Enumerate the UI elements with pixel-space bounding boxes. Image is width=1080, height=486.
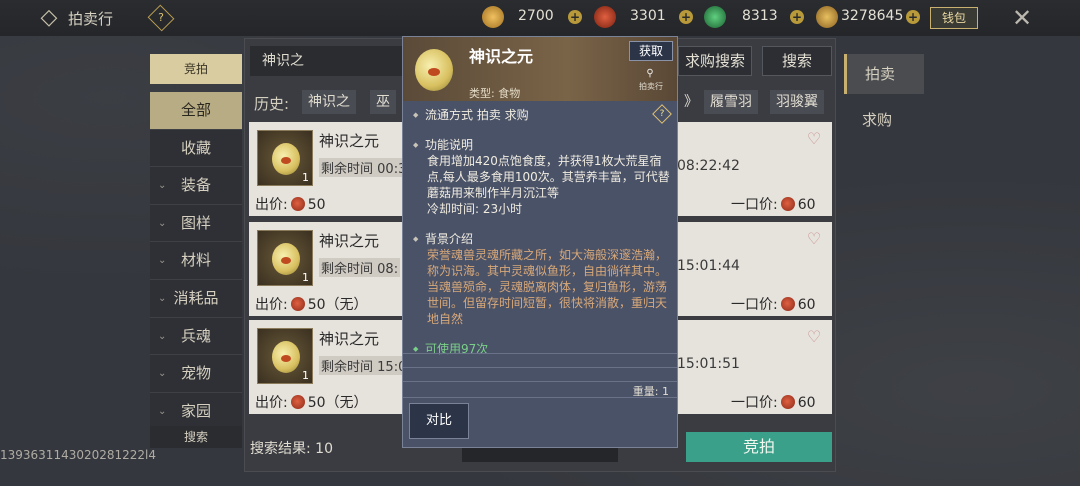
obtain-button[interactable]: 获取 (629, 41, 673, 61)
category-materials[interactable]: ⌄ 材料 (150, 242, 242, 280)
close-icon[interactable]: ✕ (1008, 4, 1036, 32)
function-text: 食用增加420点饱食度，并获得1枚大荒星宿点,每人最多食用100次。其营养丰富，… (427, 154, 670, 200)
category-equipment[interactable]: ⌄ 装备 (150, 167, 242, 205)
history-chip[interactable]: 神识之 (302, 90, 356, 114)
tab-buy-request[interactable]: 求购 (844, 100, 924, 140)
category-home[interactable]: ⌄ 家园 (150, 392, 242, 431)
chevron-down-icon: ⌄ (158, 330, 167, 342)
bid-button[interactable]: 竞拍 (686, 432, 832, 462)
item-name: 神识之元 (319, 232, 380, 250)
favorite-icon[interactable]: ♡ (804, 230, 824, 248)
favorite-icon[interactable]: ♡ (804, 328, 824, 346)
search-button[interactable]: 搜索 (762, 46, 832, 76)
add-currency-2-button[interactable]: + (679, 10, 693, 24)
currency-3-value: 8313 (742, 8, 778, 24)
function-title: 功能说明 (413, 137, 671, 153)
background-text: 荣誉魂兽灵魂所藏之所，如大海般深邃浩瀚，称为识海。其中灵魂似鱼形，自由徜徉其中。… (427, 248, 668, 326)
item-name: 神识之元 (319, 330, 380, 348)
divider (403, 397, 677, 398)
history-chip[interactable]: 羽骏翼 (770, 90, 824, 114)
back-icon[interactable]: ◇ (36, 6, 62, 30)
add-currency-4-button[interactable]: + (906, 10, 920, 24)
tab-bidding[interactable]: 竞拍 (150, 54, 242, 84)
currency-1-value: 2700 (518, 8, 554, 24)
category-all[interactable]: 全部 (150, 92, 242, 130)
page-title: 拍卖行 (68, 10, 114, 28)
currency-2-value: 3301 (630, 8, 666, 24)
currency-4-value: 3278645 (841, 8, 904, 24)
category-soldier-soul[interactable]: ⌄ 兵魂 (150, 317, 242, 356)
search-results-count: 搜索结果: 10 (250, 441, 333, 457)
chevron-down-icon: ⌄ (158, 405, 167, 417)
player-id: 1393631143020281222l4 (0, 448, 157, 462)
bid-price: 出价: 50 (255, 197, 326, 213)
tooltip-header: 神识之元 类型: 食物 获取 ⚲ 拍卖行 (403, 37, 677, 101)
remaining-time-label: 剩余时间 00:3 (319, 158, 409, 177)
item-name: 神识之元 (319, 132, 380, 150)
tab-auction[interactable]: 拍卖 (844, 54, 924, 94)
divider (403, 381, 677, 382)
tooltip-item-name: 神识之元 (469, 47, 534, 66)
gold-ingot-icon (482, 6, 504, 28)
wallet-button[interactable]: 钱包 (930, 7, 978, 29)
buyout-price: 一口价: 60 (731, 197, 816, 213)
history-chip[interactable]: 》 (678, 90, 704, 114)
red-coin-icon (594, 6, 616, 28)
category-pets[interactable]: ⌄ 宠物 (150, 355, 242, 393)
buyout-price: 一口价: 60 (731, 297, 816, 313)
bid-price: 出价: 50（无） (255, 395, 368, 411)
divider (403, 367, 677, 368)
buy-request-search-button[interactable]: 求购搜索 (678, 46, 752, 76)
favorite-icon[interactable]: ♡ (804, 130, 824, 148)
category-favorites[interactable]: 收藏 (150, 129, 242, 168)
uses-remaining: 可使用97次 (413, 341, 671, 357)
cooldown-text: 冷却时间: 23小时 (427, 202, 523, 216)
help-icon[interactable]: ? (147, 4, 175, 32)
chevron-down-icon: ⌄ (158, 217, 167, 229)
tooltip-item-type: 类型: 食物 (469, 87, 521, 100)
auction-house-label: 拍卖行 (639, 82, 663, 91)
jade-icon (704, 6, 726, 28)
history-label: 历史: (254, 95, 290, 113)
remaining-time-label: 剩余时间 15:0 (319, 356, 409, 375)
left-search-button[interactable]: 搜索 (150, 426, 242, 448)
chevron-down-icon: ⌄ (158, 368, 167, 380)
remaining-time: 15:01:51 (677, 356, 740, 372)
remaining-time: 08:22:42 (677, 158, 740, 174)
gold-leaf-icon (816, 6, 838, 28)
category-list: 全部 收藏 ⌄ 装备 ⌄ 图样 ⌄ 材料 ⌄ 消耗品 ⌄ 兵魂 ⌄ 宠物 ⌄ 家园 (150, 92, 242, 431)
tooltip-body: 流通方式 拍卖 求购 功能说明 食用增加420点饱食度，并获得1枚大荒星宿点,每… (413, 107, 671, 357)
remaining-time: 15:01:44 (677, 258, 740, 274)
item-icon: 1 (257, 130, 313, 186)
history-chip[interactable]: 巫 (370, 90, 396, 114)
add-currency-3-button[interactable]: + (790, 10, 804, 24)
chevron-down-icon: ⌄ (158, 255, 167, 267)
auction-house-icon[interactable]: ⚲ (641, 67, 659, 81)
category-patterns[interactable]: ⌄ 图样 (150, 204, 242, 243)
add-currency-1-button[interactable]: + (568, 10, 582, 24)
bid-price: 出价: 50（无） (255, 297, 368, 313)
item-icon (415, 49, 453, 91)
history-chip[interactable]: 履雪羽 (704, 90, 758, 114)
top-bar: ◇ 拍卖行 ? 2700 + 3301 + 8313 + 3278645 + 钱… (0, 0, 1080, 36)
remaining-time-label: 剩余时间 08: (319, 258, 401, 277)
compare-button[interactable]: 对比 (409, 403, 469, 439)
divider (403, 353, 677, 354)
item-icon: 1 (257, 328, 313, 384)
background-title: 背景介绍 (413, 231, 671, 247)
item-tooltip: 神识之元 类型: 食物 获取 ⚲ 拍卖行 ? 流通方式 拍卖 求购 功能说明 食… (402, 36, 678, 448)
item-icon: 1 (257, 230, 313, 286)
circulation-text: 流通方式 拍卖 求购 (413, 107, 671, 123)
buyout-price: 一口价: 60 (731, 395, 816, 411)
chevron-down-icon: ⌄ (158, 180, 167, 192)
chevron-down-icon: ⌄ (158, 292, 167, 304)
category-consumables[interactable]: ⌄ 消耗品 (150, 279, 242, 318)
